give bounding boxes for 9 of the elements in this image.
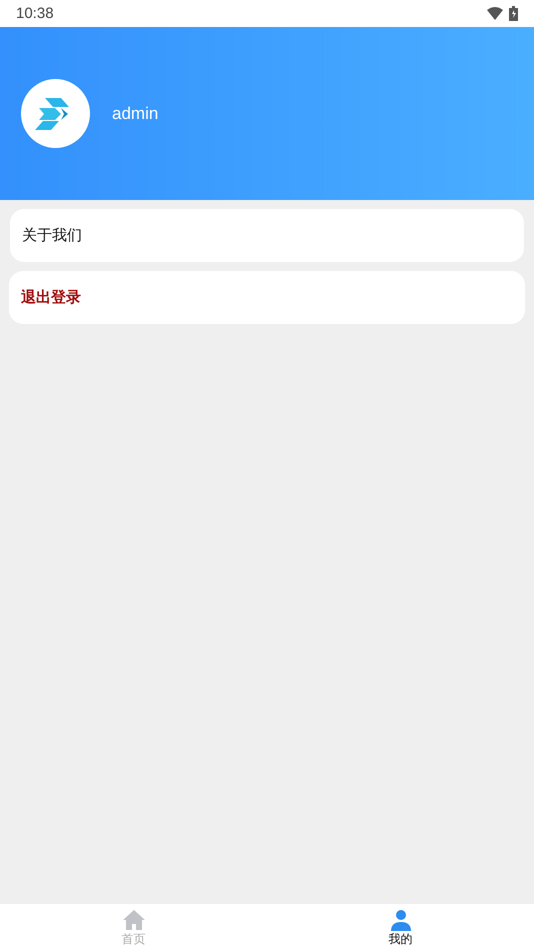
username: admin <box>112 104 158 124</box>
battery-icon <box>509 6 518 21</box>
logout-item[interactable]: 退出登录 <box>9 271 525 324</box>
home-icon <box>122 909 146 931</box>
tab[interactable]: 我的 <box>267 904 534 950</box>
wifi-icon <box>487 7 503 20</box>
user-icon <box>388 909 412 931</box>
menu-item[interactable]: 关于我们 <box>10 209 524 262</box>
status-time: 10:38 <box>16 5 54 22</box>
